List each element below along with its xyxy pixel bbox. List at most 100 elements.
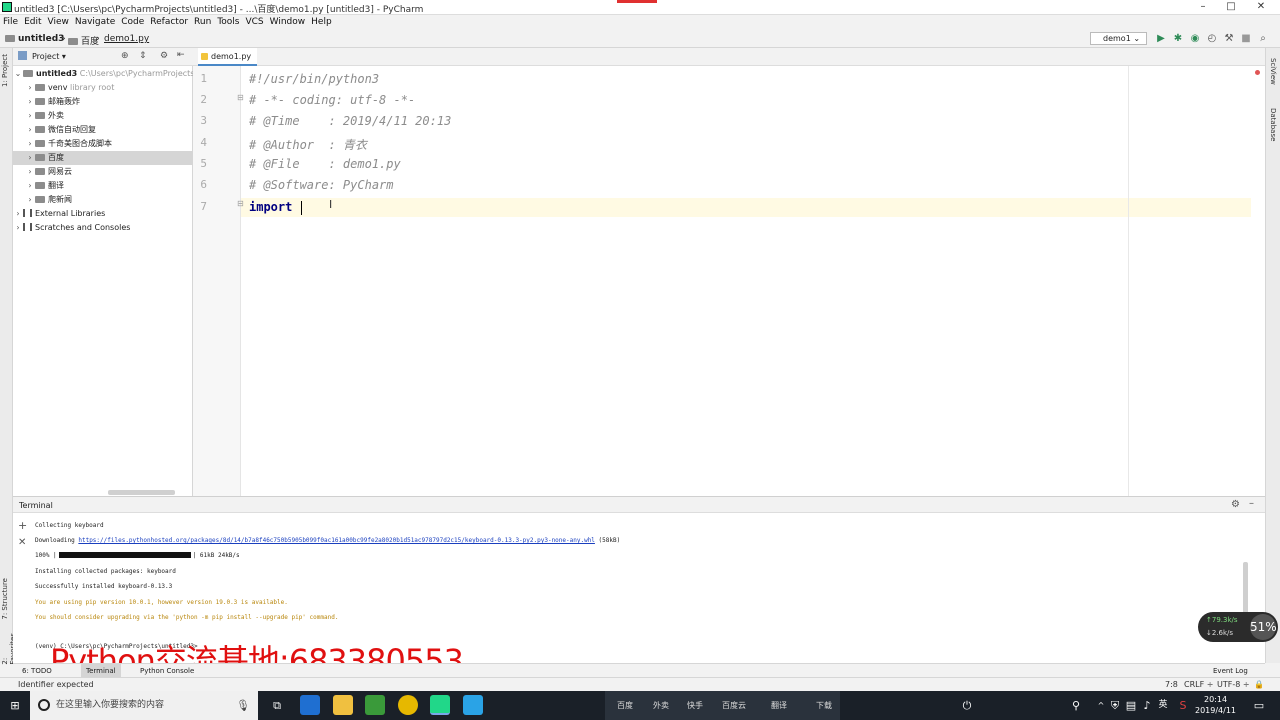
gear-icon[interactable]: ⚙	[160, 51, 168, 61]
tree-item[interactable]: › 翻译	[13, 179, 193, 193]
taskbar-label[interactable]: 百度云	[722, 691, 746, 720]
minimize-button[interactable]: –	[1196, 1, 1210, 13]
menu-file[interactable]: File	[3, 15, 18, 30]
volume-icon[interactable]: ♪	[1140, 691, 1154, 720]
gear-icon[interactable]: ⚙	[1231, 499, 1240, 510]
chrome-browser-icon[interactable]	[398, 695, 418, 715]
file-encoding[interactable]: UTF-8 ÷	[1217, 680, 1250, 689]
maximize-button[interactable]: □	[1224, 1, 1238, 13]
app-icon[interactable]	[463, 695, 483, 715]
windows-start-icon[interactable]: ⊞	[4, 691, 26, 720]
menu-edit[interactable]: Edit	[24, 15, 41, 30]
code-line[interactable]: # @Time : 2019/4/11 20:13	[249, 114, 451, 128]
code-line-current[interactable]: import	[249, 200, 300, 214]
taskbar-label[interactable]: 百度	[617, 691, 633, 720]
structure-tool-tab[interactable]: 7: Structure	[1, 578, 9, 620]
defender-icon[interactable]: ⛨	[1108, 691, 1122, 720]
profile-icon[interactable]: ◴	[1207, 34, 1217, 44]
edge-browser-icon[interactable]	[300, 695, 320, 715]
locate-icon[interactable]: ⊕	[121, 51, 129, 61]
event-log-tab[interactable]: Event Log	[1208, 664, 1253, 678]
pycharm-taskbar-icon[interactable]	[430, 695, 450, 715]
file-explorer-icon[interactable]	[333, 695, 353, 715]
network-monitor-widget[interactable]: ↑79.3k/s ↓2.6k/s 51%	[1198, 612, 1278, 642]
todo-tab[interactable]: 6: TODO	[17, 664, 57, 678]
ime-indicator[interactable]: 英	[1156, 691, 1170, 720]
menu-help[interactable]: Help	[311, 15, 332, 30]
collapse-icon[interactable]: ⇕	[139, 51, 147, 61]
menu-view[interactable]: View	[48, 15, 69, 30]
tree-item-selected[interactable]: › 百度	[13, 151, 193, 165]
tree-scratches[interactable]: › Scratches and Consoles	[13, 221, 193, 235]
taskbar-label[interactable]: 翻译	[771, 691, 787, 720]
search-everywhere-icon[interactable]: ⌕	[1258, 34, 1268, 44]
debug-icon[interactable]: ✱	[1173, 34, 1183, 44]
taskbar-clock[interactable]: 20:14 2019/4/11	[1195, 694, 1236, 716]
sogou-icon[interactable]: S	[1176, 691, 1190, 720]
python-console-tab[interactable]: Python Console	[135, 664, 199, 678]
tree-item[interactable]: › 千奇美图合成脚本	[13, 137, 193, 151]
task-view-icon[interactable]: ⧉	[266, 691, 288, 720]
project-tool-tab[interactable]: 1: Project	[1, 54, 9, 87]
menu-tools[interactable]: Tools	[217, 15, 239, 30]
microphone-icon[interactable]: 🎙	[236, 691, 250, 720]
horizontal-scrollbar[interactable]	[108, 490, 175, 495]
taskbar-label[interactable]: 下载	[816, 691, 832, 720]
network-icon[interactable]: ▤	[1124, 691, 1138, 720]
fold-icon[interactable]: ⊟	[237, 199, 244, 208]
terminal-line: Successfully installed keyboard-0.13.3	[35, 583, 173, 590]
taskbar-search-input[interactable]: 在这里输入你要搜索的内容 🎙	[30, 691, 258, 720]
fold-icon[interactable]: ⊟	[237, 93, 244, 102]
menu-run[interactable]: Run	[194, 15, 211, 30]
code-line[interactable]: # @Software: PyCharm	[249, 178, 394, 192]
editor-tab-demo1[interactable]: demo1.py	[198, 48, 258, 66]
menu-window[interactable]: Window	[270, 15, 306, 30]
tray-expand-icon[interactable]: ^	[1094, 691, 1108, 720]
caret-position[interactable]: 7:8	[1165, 680, 1178, 689]
breadcrumb-project[interactable]: untitled3	[5, 34, 64, 44]
tree-item[interactable]: › 网易云	[13, 165, 193, 179]
tree-root[interactable]: ⌄ untitled3 C:\Users\pc\PycharmProjects	[13, 67, 195, 81]
build-icon[interactable]: ⚒	[1224, 34, 1234, 44]
code-line[interactable]: # @Author : 青衣	[249, 136, 367, 153]
minimize-panel-icon[interactable]: –	[1249, 498, 1254, 509]
tree-item[interactable]: › 爬新闻	[13, 193, 193, 207]
project-view-select[interactable]: Project ▾	[32, 52, 66, 61]
error-indicator-icon[interactable]	[1255, 70, 1260, 75]
menu-code[interactable]: Code	[121, 15, 144, 30]
sciview-tool-tab[interactable]: SciView	[1269, 58, 1277, 85]
database-tool-tab[interactable]: Database	[1269, 108, 1277, 141]
notepad-icon[interactable]	[365, 695, 385, 715]
close-terminal-icon[interactable]: ✕	[18, 537, 26, 548]
breadcrumb-folder[interactable]: 百度	[68, 34, 99, 47]
breadcrumb-file[interactable]: demo1.py	[104, 34, 149, 44]
menu-navigate[interactable]: Navigate	[75, 15, 115, 30]
add-terminal-icon[interactable]: +	[18, 519, 27, 532]
tree-item[interactable]: › 外卖	[13, 109, 193, 123]
notification-icon[interactable]: ▭	[1250, 691, 1268, 720]
taskbar-label[interactable]: 快手	[687, 691, 703, 720]
breadcrumb-separator: ›	[62, 34, 66, 44]
code-line[interactable]: # @File : demo1.py	[249, 157, 401, 171]
download-link[interactable]: https://files.pythonhosted.org/packages/…	[78, 537, 595, 544]
line-separator[interactable]: CRLF ÷	[1184, 680, 1213, 689]
close-button[interactable]: ✕	[1254, 1, 1268, 13]
lock-icon[interactable]: 🔒	[1254, 680, 1264, 689]
run-icon[interactable]: ▶	[1156, 34, 1166, 44]
tree-item[interactable]: › 邮箱轰炸	[13, 95, 193, 109]
tree-external-libraries[interactable]: › External Libraries	[13, 207, 193, 221]
menu-refactor[interactable]: Refactor	[150, 15, 188, 30]
menu-vcs[interactable]: VCS	[245, 15, 263, 30]
taskbar-label[interactable]: 外卖	[653, 691, 669, 720]
code-line[interactable]: # -*- coding: utf-8 -*-	[249, 93, 415, 107]
stop-icon[interactable]: ■	[1241, 34, 1251, 44]
code-line[interactable]: #!/usr/bin/python3	[249, 72, 379, 86]
person-icon[interactable]: ⚲	[1068, 691, 1084, 720]
tree-item[interactable]: › 微信自动回复	[13, 123, 193, 137]
run-configuration-select[interactable]: demo1 ⌄	[1090, 32, 1147, 45]
power-icon[interactable]: ⏻	[958, 691, 976, 720]
terminal-tab[interactable]: Terminal	[81, 664, 121, 678]
coverage-icon[interactable]: ◉	[1190, 34, 1200, 44]
hide-icon[interactable]: ⇤	[177, 50, 185, 60]
tree-item-venv[interactable]: › venv library root	[13, 81, 193, 95]
